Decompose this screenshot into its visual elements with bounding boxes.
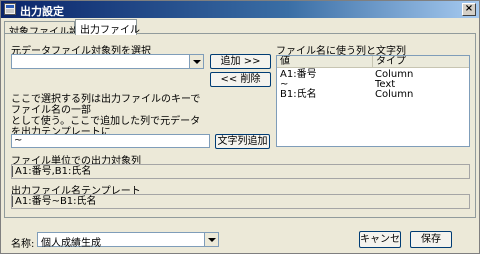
window-icon: [4, 3, 16, 15]
output-settings-window: 出力設定 × 対象ファイル設定 出力ファイル 元データファイル対象列を選択 追加…: [0, 0, 480, 254]
source-column-select[interactable]: [11, 54, 204, 69]
tab-output-file[interactable]: 出力ファイル: [75, 19, 140, 36]
list-item[interactable]: A1:番号 Column: [277, 70, 469, 80]
text-string-input[interactable]: ~: [11, 134, 210, 148]
close-button[interactable]: ×: [462, 3, 476, 16]
add-text-button[interactable]: 文字列追加: [215, 134, 270, 149]
save-button[interactable]: 保存: [410, 231, 452, 248]
column-header-type[interactable]: タイプ: [373, 56, 469, 68]
name-value: 個人成績生成: [41, 238, 101, 249]
list-item[interactable]: B1:氏名 Column: [277, 90, 469, 100]
list-header: 値 タイプ: [277, 56, 469, 68]
chevron-down-icon[interactable]: [204, 233, 218, 246]
output-columns-field: A1:番号,B1:氏名: [11, 164, 470, 179]
output-file-panel: 元データファイル対象列を選択 追加 >> << 削除 ここで選択する列は出力ファ…: [4, 33, 476, 218]
title-bar: 出力設定 ×: [1, 1, 479, 18]
name-select[interactable]: 個人成績生成: [37, 232, 219, 249]
delete-button[interactable]: << 削除: [210, 72, 271, 87]
add-button[interactable]: 追加 >>: [210, 54, 271, 69]
output-template-field: A1:番号~B1:氏名: [11, 194, 470, 209]
name-label: 名称:: [11, 239, 35, 250]
chevron-down-icon[interactable]: [189, 55, 203, 68]
column-header-value[interactable]: 値: [277, 56, 373, 68]
filename-parts-list[interactable]: 値 タイプ A1:番号 Column ~ Text B1:氏名 Column: [276, 55, 470, 147]
window-title: 出力設定: [20, 5, 64, 18]
cancel-button[interactable]: キャンセ: [359, 231, 401, 248]
